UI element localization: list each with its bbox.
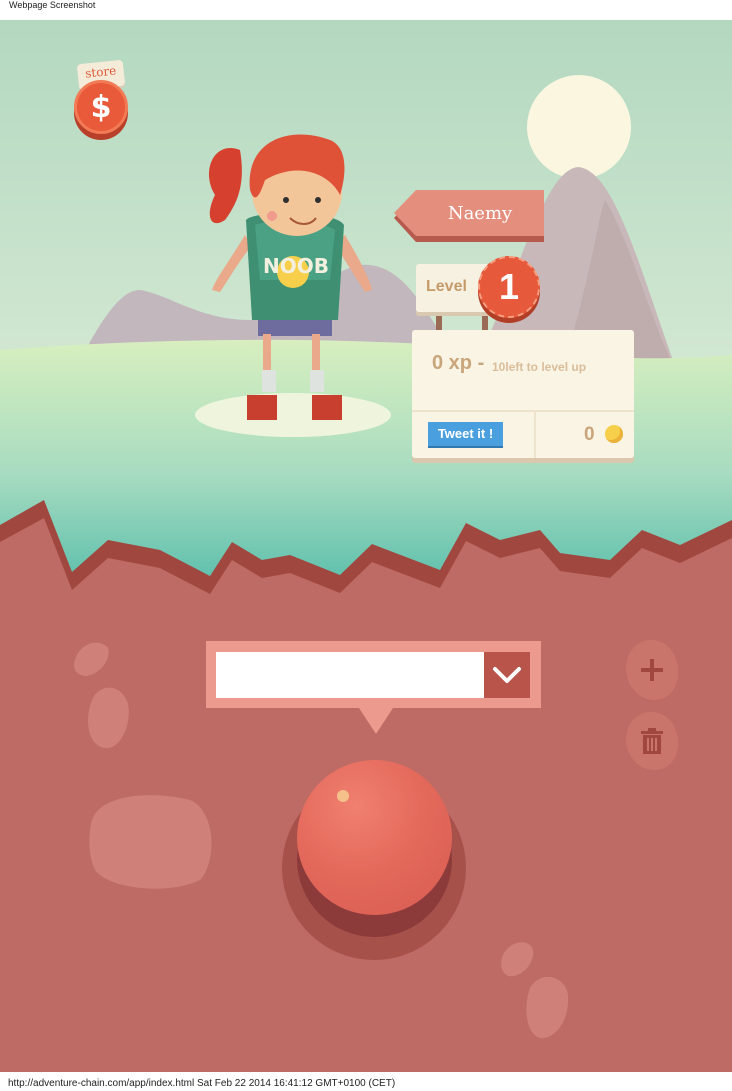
- store-button[interactable]: store $: [70, 59, 132, 164]
- coin-icon: [605, 425, 623, 443]
- habit-input[interactable]: [216, 652, 484, 698]
- divider: [412, 410, 634, 412]
- player-name-sign: Naemy: [394, 190, 544, 242]
- store-symbol: $: [90, 89, 112, 125]
- add-button[interactable]: [626, 640, 678, 700]
- game-stage: NOOB store $ Naemy Level 1 0 xp - 10left…: [0, 20, 732, 1072]
- level-sign-post: [436, 312, 442, 332]
- shirt-text: NOOB: [263, 254, 329, 278]
- xp-card: 0 xp - 10left to level up Tweet it ! 0: [412, 330, 634, 458]
- page-footer-url: http://adventure-chain.com/app/index.htm…: [8, 1078, 396, 1089]
- trash-icon: [641, 728, 663, 754]
- dropdown-toggle-button[interactable]: [484, 652, 530, 698]
- delete-button[interactable]: [626, 712, 678, 770]
- level-number: 1: [498, 266, 520, 307]
- xp-value: 0 xp -: [432, 352, 485, 374]
- divider: [534, 410, 536, 458]
- button-shine: [337, 790, 349, 802]
- chevron-down-icon: [493, 667, 521, 683]
- coin-count: 0: [584, 424, 595, 445]
- window-title: Webpage Screenshot: [9, 0, 96, 10]
- character-platform: [195, 393, 391, 437]
- xp-remaining: 10left to level up: [492, 360, 587, 374]
- plus-icon: [641, 659, 663, 681]
- big-red-action-button[interactable]: [297, 760, 452, 915]
- level-label: Level: [426, 278, 467, 295]
- dropdown-pointer: [359, 708, 393, 734]
- level-sign-post: [482, 312, 488, 332]
- tweet-button[interactable]: Tweet it !: [428, 422, 503, 446]
- sun: [527, 75, 631, 179]
- player-name: Naemy: [447, 203, 513, 224]
- level-badge: 1: [478, 256, 540, 318]
- dollar-coin-icon: $: [74, 80, 128, 134]
- habit-dropdown: [206, 641, 541, 734]
- store-label: store: [84, 63, 117, 81]
